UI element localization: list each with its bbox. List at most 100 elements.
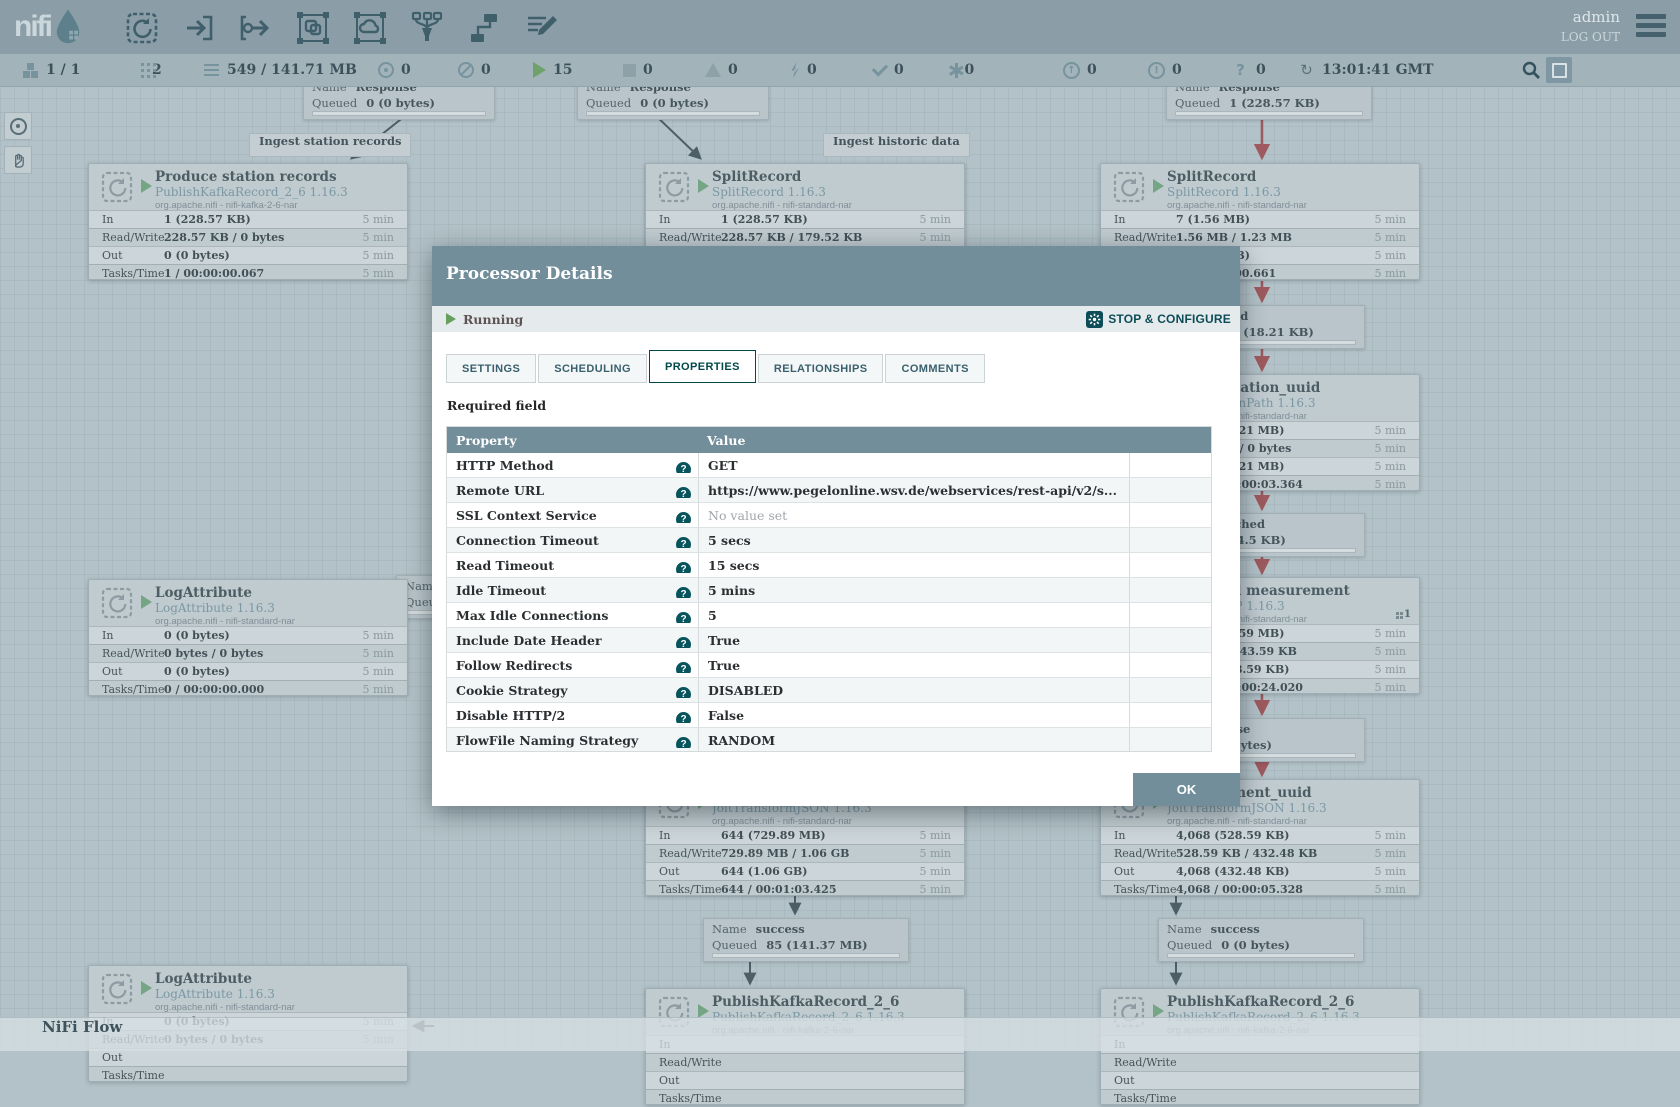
queue-size-bar (586, 111, 760, 117)
disabled-icon (790, 63, 800, 78)
value-column-header: Value (698, 433, 1211, 448)
help-icon[interactable] (676, 712, 691, 723)
table-spacer-cell (1129, 653, 1211, 677)
status-count: 0 (481, 62, 491, 78)
birdseye-toggle-button[interactable] (1546, 57, 1572, 83)
tab-comments[interactable]: COMMENTS (885, 354, 984, 383)
help-icon[interactable] (676, 562, 691, 573)
table-spacer-cell (1129, 678, 1211, 702)
property-row: HTTP MethodGET (447, 453, 1211, 478)
global-menu-button[interactable] (1636, 14, 1666, 38)
processor-name: PublishKafkaRecord_2_6 (712, 994, 956, 1010)
status-item: 1 / 1 (22, 54, 80, 86)
processor-stat-row: Read/Write (646, 1053, 964, 1071)
operate-palette-button[interactable] (4, 146, 32, 174)
processor-type: SplitRecord 1.16.3 (1167, 185, 1411, 199)
help-icon[interactable] (676, 462, 691, 473)
running-indicator-icon (1153, 1004, 1164, 1018)
processor-stat-row: Tasks/Time4,068 / 00:00:05.3285 min (1101, 880, 1419, 898)
property-name: Idle Timeout (447, 583, 698, 598)
status-item: 0 (955, 54, 974, 86)
queued-value: 85 (141.37 MB) (766, 938, 867, 952)
processor-node[interactable]: Produce station recordsPublishKafkaRecor… (88, 163, 408, 280)
tab-properties[interactable]: PROPERTIES (649, 350, 756, 383)
processor-icon[interactable] (124, 10, 160, 46)
property-name: SSL Context Service (447, 508, 698, 523)
help-icon[interactable] (676, 487, 691, 498)
search-icon[interactable] (1522, 61, 1540, 79)
queued-label: Queued (312, 96, 357, 110)
queued-value: 0 (0 bytes) (640, 96, 709, 110)
label-icon[interactable] (523, 10, 559, 46)
table-spacer-cell (1129, 728, 1211, 752)
property-name: Connection Timeout (447, 533, 698, 548)
active-threads-icon (128, 62, 145, 79)
help-icon[interactable] (676, 612, 691, 623)
processor-stat-row: Tasks/Time644 / 00:01:03.4255 min (646, 880, 964, 898)
running-indicator-icon (698, 1004, 709, 1018)
property-name: FlowFile Naming Strategy (447, 733, 698, 748)
help-icon[interactable] (676, 687, 691, 698)
properties-table-header: Property Value (447, 427, 1211, 453)
output-port-icon[interactable] (238, 10, 274, 46)
property-row: Cookie StrategyDISABLED (447, 678, 1211, 703)
breadcrumb[interactable]: NiFi Flow (42, 1018, 122, 1036)
ok-button[interactable]: OK (1133, 773, 1240, 806)
logout-link[interactable]: LOG OUT (1561, 30, 1620, 44)
processor-stat-row: In0 (0 bytes)5 min (89, 626, 407, 644)
connection-name-label[interactable]: Ingest historic data (823, 133, 970, 157)
transmitting-icon (378, 62, 394, 78)
running-status-icon (446, 313, 456, 325)
navigate-palette-button[interactable] (4, 112, 32, 140)
property-name: Read Timeout (447, 558, 698, 573)
property-value: 5 (698, 603, 1129, 627)
tab-settings[interactable]: SETTINGS (446, 354, 536, 383)
status-count: 13:01:41 GMT (1322, 62, 1434, 78)
processor-stat-row: Out0 (0 bytes)5 min (89, 662, 407, 680)
property-row: Max Idle Connections5 (447, 603, 1211, 628)
property-name: Disable HTTP/2 (447, 708, 698, 723)
running-icon (533, 62, 546, 78)
tab-relationships[interactable]: RELATIONSHIPS (758, 354, 884, 383)
help-icon[interactable] (676, 662, 691, 673)
invalid-icon (705, 63, 721, 77)
template-icon[interactable] (466, 10, 502, 46)
remote-process-group-icon[interactable] (352, 10, 388, 46)
input-port-icon[interactable] (181, 10, 217, 46)
locally-modified-icon (955, 63, 958, 78)
status-item: 0 (623, 54, 653, 86)
help-icon[interactable] (676, 587, 691, 598)
table-spacer-cell (1129, 453, 1211, 477)
nifi-logo: nifi (14, 8, 83, 46)
status-count: 0 (728, 62, 738, 78)
help-icon[interactable] (676, 512, 691, 523)
property-name: Cookie Strategy (447, 683, 698, 698)
stop-and-configure-button[interactable]: STOP & CONFIGURE (1086, 311, 1231, 328)
queued-value: 0 (0 bytes) (366, 96, 435, 110)
processor-stat-row: Out4,068 (432.48 KB)5 min (1101, 862, 1419, 880)
process-group-icon[interactable] (295, 10, 331, 46)
stopped-icon (623, 64, 636, 77)
help-icon[interactable] (676, 637, 691, 648)
active-threads-badge: 1 (1396, 608, 1411, 620)
not-transmitting-icon (458, 62, 474, 78)
queue-name-label: Name (1167, 922, 1202, 936)
connection-queue-label[interactable]: NamesuccessQueued85 (141.37 MB) (703, 918, 909, 962)
processor-node[interactable]: LogAttributeLogAttribute 1.16.3org.apach… (88, 579, 408, 696)
tab-scheduling[interactable]: SCHEDULING (538, 354, 647, 383)
processor-type: SplitRecord 1.16.3 (712, 185, 956, 199)
processor-stat-row: Out (1101, 1071, 1419, 1089)
processor-stat-row: In1 (228.57 KB)5 min (89, 210, 407, 228)
status-count: 0 (401, 62, 411, 78)
connection-name-label[interactable]: Ingest station records (249, 133, 411, 157)
processor-stat-row: Read/Write228.57 KB / 179.52 KB5 min (646, 228, 964, 246)
funnel-icon[interactable] (409, 10, 445, 46)
running-indicator-icon (141, 595, 152, 609)
processor-stat-row: In4,068 (528.59 KB)5 min (1101, 826, 1419, 844)
help-icon[interactable] (676, 737, 691, 748)
stale-icon: ↑ (1063, 62, 1080, 79)
nifi-logo-text: nifi (14, 10, 51, 44)
status-count: 2 (152, 62, 162, 78)
help-icon[interactable] (676, 537, 691, 548)
connection-queue-label[interactable]: NamesuccessQueued0 (0 bytes) (1158, 918, 1364, 962)
